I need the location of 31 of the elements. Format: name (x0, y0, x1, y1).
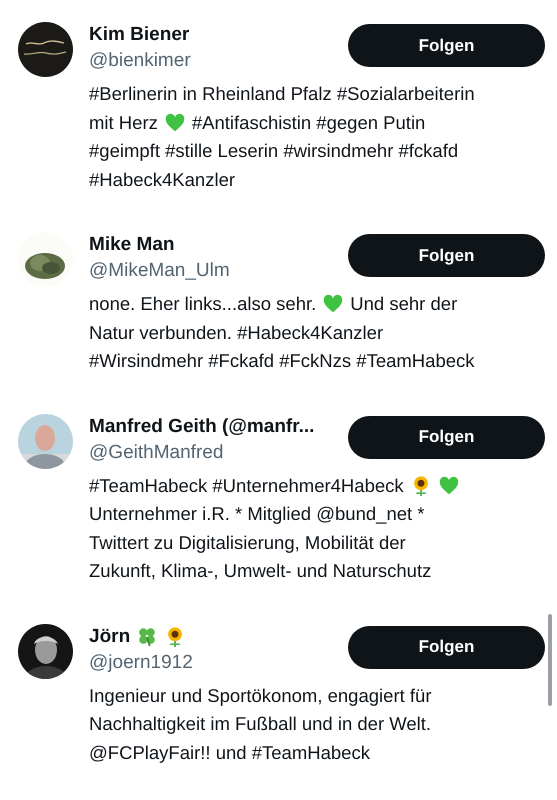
bio-text: Nachhaltigkeit im Fußball und in der Welt. (89, 712, 432, 736)
bio-text: Unternehmer i.R. * Mitglied @bund_net * (89, 502, 425, 526)
user-name: Mike Man (89, 233, 175, 257)
user-handle: @joern1912 (89, 650, 194, 674)
heart-icon (164, 112, 186, 134)
bio-text: none. Eher links...also sehr. (89, 292, 316, 316)
user-handle: @MikeMan_Ulm (89, 259, 231, 283)
user-name: Kim Biener (89, 23, 190, 47)
bio-text: Und sehr der (350, 292, 458, 316)
follow-button[interactable]: Folgen (348, 626, 545, 668)
scroll-bar[interactable] (548, 614, 552, 706)
user-name: Jörn (89, 624, 130, 648)
bio-text: Zukunft, Klima-, Umwelt- und Naturschutz (89, 559, 432, 583)
bio-text: #Habeck4Kanzler (89, 168, 236, 192)
bio-text: Natur verbunden. #Habeck4Kanzler (89, 320, 384, 344)
bio-text: #geimpft #stille Leserin #wirsindmehr #fckafd (89, 139, 458, 163)
heart-icon (438, 474, 460, 497)
follow-button[interactable]: Folgen (348, 24, 545, 67)
bio-text: #Berlinerin in Rheinland Pfalz #Sozialarbeiterin (89, 82, 475, 106)
bio-text: mit Herz (89, 110, 158, 134)
user-name: Manfred Geith (@manfr... (89, 414, 314, 438)
user-handle: @GeithManfred (89, 440, 224, 464)
follow-button[interactable]: Folgen (348, 234, 545, 277)
bio-text: @FCPlayFair!! und #TeamHabeck (89, 740, 370, 765)
bio-text: #Antifaschistin #gegen Putin (192, 110, 426, 135)
bio-text: #Wirsindmehr #Fckafd #FckNzs #TeamHabeck (89, 349, 475, 373)
bio-text: Twittert zu Digitalisierung, Mobilität der (89, 530, 406, 555)
bio-text: #TeamHabeck #Unternehmer4Habeck (89, 474, 404, 498)
bio-text: Ingenieur und Sportökonom, engagiert für (89, 684, 432, 708)
user-handle: @bienkimer (89, 49, 192, 73)
follow-button[interactable]: Folgen (348, 416, 545, 458)
